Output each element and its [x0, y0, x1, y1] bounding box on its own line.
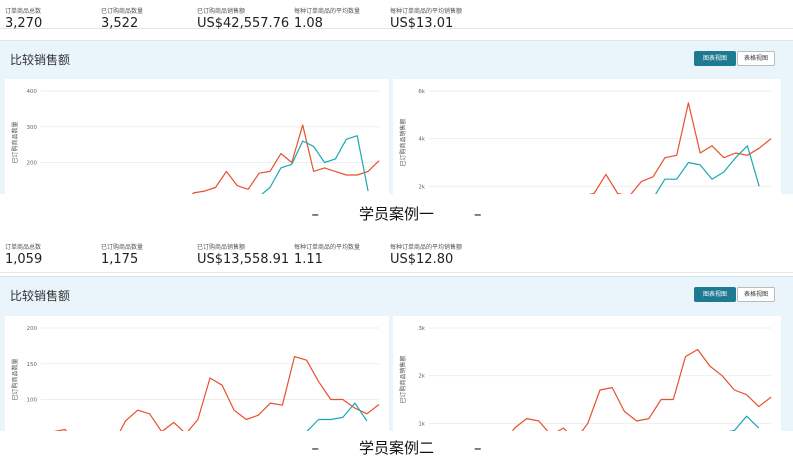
stat-label: 订单商品总数 [5, 244, 42, 251]
case-panel-1: 订单商品总数 3,270 已订购商品数量 3,522 已订购商品销售额 US$4… [0, 0, 793, 233]
y-tick-label: 2k [418, 184, 425, 190]
y-tick-label: 1k [418, 421, 425, 427]
chart-view-button[interactable]: 图表视图 [694, 51, 736, 66]
series-line-compare [40, 135, 369, 224]
stats-bar: 订单商品总数 1,059 已订购商品数量 1,175 已订购商品销售额 US$1… [0, 236, 793, 273]
stat-avg-sales: 每种订单商品的平均销售额 US$12.80 [390, 242, 462, 267]
units-chart: 已订购商品数量 400 300 200 [5, 79, 389, 224]
y-tick-label: 150 [27, 362, 38, 368]
stat-value: 1,175 [101, 252, 139, 267]
series-line-current [40, 124, 380, 221]
stat-value: 3,270 [5, 16, 43, 31]
caption-dash-right: – [474, 205, 482, 223]
stat-avg-units: 每种订单商品的平均数量 1.08 [294, 6, 360, 31]
caption-dash-right: – [474, 439, 482, 457]
y-tick-label: 200 [27, 161, 38, 167]
stats-bar: 订单商品总数 3,270 已订购商品数量 3,522 已订购商品销售额 US$4… [0, 0, 793, 31]
stat-value: 3,522 [101, 16, 139, 31]
stat-label: 已订购商品数量 [101, 8, 144, 15]
sales-chart-svg: 已订购商品销售额 3k 2k 1k [399, 326, 772, 466]
caption-text: 学员案例一 [358, 205, 434, 223]
compare-sales-title: 比较销售额 [10, 289, 71, 303]
chart-view-button[interactable]: 图表视图 [694, 287, 736, 302]
series-line-current [428, 348, 772, 455]
y-tick-label: 100 [27, 398, 38, 404]
stat-ordered-units: 已订购商品数量 3,522 [101, 6, 143, 31]
stat-value: US$12.80 [390, 252, 454, 267]
y-tick-label: 300 [27, 125, 38, 131]
y-tick-label: 200 [27, 326, 38, 332]
y-axis-label: 已订购商品销售额 [399, 118, 407, 166]
stat-label: 已订购商品销售额 [197, 8, 246, 15]
y-tick-label: 400 [27, 89, 38, 95]
sales-chart: 已订购商品销售额 3k 2k 1k [393, 316, 781, 466]
y-tick-label: 6k [418, 89, 425, 95]
stat-value: 1.11 [294, 252, 323, 267]
stat-label: 订单商品总数 [5, 8, 42, 15]
stat-label: 每种订单商品的平均数量 [294, 8, 361, 15]
units-chart-svg: 已订购商品数量 200 150 100 [11, 326, 380, 466]
stat-avg-sales: 每种订单商品的平均销售额 US$13.01 [390, 6, 462, 31]
compare-sales-section: 比较销售额 图表视图 表格视图 已订购商品数量 400 300 200 已订购商品销售… [0, 40, 793, 226]
stat-value: 1,059 [5, 252, 43, 267]
series-line-compare [50, 402, 368, 466]
stat-label: 已订购商品销售额 [197, 244, 246, 251]
stat-value: US$42,557.76 [197, 16, 290, 31]
y-tick-label: 3k [418, 326, 425, 332]
y-axis-label: 已订购商品销售额 [399, 355, 407, 403]
units-chart-svg: 已订购商品数量 400 300 200 [11, 89, 380, 224]
y-tick-label: 4k [418, 137, 425, 143]
stat-label: 每种订单商品的平均销售额 [390, 8, 463, 15]
stat-value: US$13.01 [390, 16, 454, 31]
stat-ordered-units: 已订购商品数量 1,175 [101, 242, 143, 267]
stat-total-order-items: 订单商品总数 3,270 [5, 6, 42, 31]
table-view-button[interactable]: 表格视图 [737, 287, 775, 302]
y-tick-label: 2k [418, 374, 425, 380]
caption-dash-left: – [311, 439, 319, 457]
stat-value: US$13,558.91 [197, 252, 290, 267]
caption-dash-left: – [311, 205, 319, 223]
units-chart: 已订购商品数量 200 150 100 [5, 316, 389, 466]
stat-label: 每种订单商品的平均销售额 [390, 244, 463, 251]
stat-value: 1.08 [294, 16, 323, 31]
compare-sales-section: 比较销售额 图表视图 表格视图 已订购商品数量 200 150 100 已订购商品销售… [0, 276, 793, 466]
case-panel-2: 订单商品总数 1,059 已订购商品数量 1,175 已订购商品销售额 US$1… [0, 236, 793, 466]
stat-label: 已订购商品数量 [101, 244, 144, 251]
series-line-current [428, 102, 772, 221]
stat-total-order-items: 订单商品总数 1,059 [5, 242, 42, 267]
case-caption: – 学员案例一 – [0, 203, 793, 224]
caption-text: 学员案例二 [358, 439, 434, 457]
table-view-button[interactable]: 表格视图 [737, 51, 775, 66]
y-axis-label: 已订购商品数量 [11, 121, 19, 163]
sales-chart: 已订购商品销售额 6k 4k 2k [393, 79, 781, 226]
stat-ordered-sales: 已订购商品销售额 US$13,558.91 [197, 242, 289, 267]
sales-chart-svg: 已订购商品销售额 6k 4k 2k [399, 89, 772, 226]
stat-ordered-sales: 已订购商品销售额 US$42,557.76 [197, 6, 289, 31]
case-caption: – 学员案例二 – [0, 437, 793, 458]
y-axis-label: 已订购商品数量 [11, 358, 19, 400]
compare-sales-title: 比较销售额 [10, 53, 71, 67]
stat-label: 每种订单商品的平均数量 [294, 244, 361, 251]
stat-avg-units: 每种订单商品的平均数量 1.11 [294, 242, 360, 267]
